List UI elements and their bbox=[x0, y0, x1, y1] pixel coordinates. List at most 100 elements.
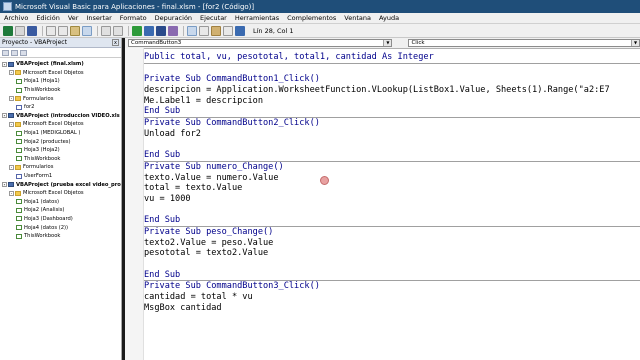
code-line[interactable]: Private Sub CommandButton3_Click() bbox=[144, 281, 640, 292]
toggle-folders-icon[interactable] bbox=[20, 49, 27, 56]
redo-icon[interactable] bbox=[113, 25, 123, 36]
stop-icon[interactable] bbox=[156, 25, 166, 36]
tree-node[interactable]: Hoja1 (MEDIGLOBAL ) bbox=[0, 129, 121, 138]
save-icon[interactable] bbox=[27, 25, 37, 36]
sheet-icon bbox=[16, 139, 22, 145]
menu-item[interactable]: Edición bbox=[32, 14, 64, 22]
tree-node[interactable]: - Formularios bbox=[0, 94, 121, 103]
code-line[interactable]: End Sub bbox=[144, 150, 640, 161]
pause-icon[interactable] bbox=[144, 25, 154, 36]
collapse-icon[interactable]: - bbox=[9, 190, 14, 196]
code-line[interactable]: End Sub bbox=[144, 270, 640, 281]
tree-node[interactable]: Hoja3 (Hoja2) bbox=[0, 146, 121, 155]
code-line[interactable]: Me.Label1 = descripcion bbox=[144, 96, 640, 107]
project-explorer-icon[interactable] bbox=[187, 25, 197, 36]
code-line[interactable] bbox=[144, 205, 640, 216]
tree-node[interactable]: - Microsoft Excel Objetos bbox=[0, 120, 121, 129]
tree-node[interactable]: - Formularios bbox=[0, 163, 121, 172]
toolbox-icon[interactable] bbox=[223, 25, 233, 36]
proj-icon bbox=[8, 113, 14, 119]
collapse-icon[interactable]: - bbox=[9, 96, 14, 102]
object-browser-icon[interactable] bbox=[211, 25, 221, 36]
tree-node[interactable]: Hoja4 (datos (2)) bbox=[0, 223, 121, 232]
tree-node[interactable]: UserForm1 bbox=[0, 172, 121, 181]
code-line[interactable]: End Sub bbox=[144, 106, 640, 117]
folder-icon bbox=[15, 96, 21, 102]
code-line[interactable]: total = texto.Value bbox=[144, 183, 640, 194]
procedure-combo[interactable]: Click ▼ bbox=[408, 39, 640, 47]
collapse-icon[interactable]: - bbox=[2, 61, 7, 67]
undo-icon[interactable] bbox=[101, 25, 111, 36]
code-line[interactable]: Private Sub peso_Change() bbox=[144, 227, 640, 238]
code-line[interactable]: texto.Value = numero.Value bbox=[144, 173, 640, 184]
code-line[interactable]: End Sub bbox=[144, 215, 640, 226]
view-code-icon[interactable] bbox=[2, 49, 9, 56]
view-excel-icon[interactable] bbox=[3, 25, 13, 36]
design-mode-icon[interactable] bbox=[168, 25, 178, 36]
menu-item[interactable]: Complementos bbox=[283, 14, 340, 22]
tree-node[interactable]: - VBAProject (prueba excel video_pro bbox=[0, 180, 121, 189]
tree-node[interactable]: ThisWorkbook bbox=[0, 86, 121, 95]
properties-icon[interactable] bbox=[199, 25, 209, 36]
code-line[interactable]: vu = 1000 bbox=[144, 194, 640, 205]
tree-node[interactable]: - VBAProject (final.xlsm) bbox=[0, 60, 121, 69]
code-line[interactable] bbox=[144, 140, 640, 151]
collapse-icon[interactable]: - bbox=[2, 182, 7, 188]
window-title: Microsoft Visual Basic para Aplicaciones… bbox=[15, 2, 255, 11]
insert-module-icon[interactable] bbox=[15, 25, 25, 36]
close-icon[interactable]: x bbox=[112, 39, 119, 46]
menu-item[interactable]: Insertar bbox=[82, 14, 115, 22]
menu-item[interactable]: Ejecutar bbox=[196, 14, 231, 22]
tree-node[interactable]: - Microsoft Excel Objetos bbox=[0, 189, 121, 198]
menu-item[interactable]: Formato bbox=[116, 14, 151, 22]
tree-node[interactable]: Hoja2 (productes) bbox=[0, 137, 121, 146]
menu-item[interactable]: Depuración bbox=[151, 14, 196, 22]
code-line[interactable]: Private Sub CommandButton2_Click() bbox=[144, 118, 640, 129]
view-object-icon[interactable] bbox=[11, 49, 18, 56]
tree-node-label: Hoja2 (productes) bbox=[24, 138, 71, 145]
tree-node[interactable]: - Microsoft Excel Objetos bbox=[0, 69, 121, 78]
tree-node[interactable]: for2 bbox=[0, 103, 121, 112]
code-line[interactable]: Public total, vu, pesototal, total1, can… bbox=[144, 52, 640, 63]
tree-node[interactable]: ThisWorkbook bbox=[0, 232, 121, 241]
code-line[interactable]: Private Sub numero_Change() bbox=[144, 162, 640, 173]
collapse-icon[interactable]: - bbox=[9, 70, 14, 76]
code-line[interactable]: Unload for2 bbox=[144, 129, 640, 140]
code-editor[interactable]: Public total, vu, pesototal, total1, can… bbox=[144, 52, 640, 314]
chevron-down-icon[interactable]: ▼ bbox=[631, 40, 639, 46]
menu-item[interactable]: Herramientas bbox=[231, 14, 283, 22]
code-line[interactable]: MsgBox cantidad bbox=[144, 303, 640, 314]
code-line[interactable]: descripcion = Application.WorksheetFunct… bbox=[144, 85, 640, 96]
cut-icon[interactable] bbox=[46, 25, 56, 36]
menu-item[interactable]: Ver bbox=[64, 14, 83, 22]
copy-icon[interactable] bbox=[58, 25, 68, 36]
code-line[interactable]: Private Sub CommandButton1_Click() bbox=[144, 74, 640, 85]
chevron-down-icon[interactable]: ▼ bbox=[383, 40, 392, 46]
find-icon[interactable] bbox=[82, 25, 92, 36]
run-icon[interactable] bbox=[132, 25, 142, 36]
tree-node[interactable]: Hoja1 (datos) bbox=[0, 198, 121, 207]
tree-node[interactable]: Hoja1 (Hoja1) bbox=[0, 77, 121, 86]
tree-node[interactable]: ThisWorkbook bbox=[0, 155, 121, 164]
collapse-icon[interactable]: - bbox=[9, 164, 14, 170]
sheet-icon bbox=[16, 87, 22, 93]
tree-node-label: ThisWorkbook bbox=[24, 233, 61, 240]
paste-icon[interactable] bbox=[70, 25, 80, 36]
menu-item[interactable]: Ventana bbox=[340, 14, 375, 22]
help-icon[interactable] bbox=[235, 25, 245, 36]
code-line[interactable]: pesototal = texto2.Value bbox=[144, 248, 640, 259]
tree-node[interactable]: - VBAProject (introduccion VIDEO.xls bbox=[0, 112, 121, 121]
object-combo[interactable]: CommandButton3 ▼ bbox=[128, 39, 393, 47]
code-line[interactable] bbox=[144, 64, 640, 75]
code-line[interactable]: texto2.Value = peso.Value bbox=[144, 238, 640, 249]
collapse-icon[interactable]: - bbox=[2, 113, 7, 119]
code-line[interactable]: cantidad = total * vu bbox=[144, 292, 640, 303]
menu-item[interactable]: Ayuda bbox=[375, 14, 403, 22]
tree-node[interactable]: Hoja2 (Analisis) bbox=[0, 206, 121, 215]
menu-item[interactable]: Archivo bbox=[0, 14, 32, 22]
code-line[interactable] bbox=[144, 259, 640, 270]
tree-node-label: VBAProject (prueba excel video_pro bbox=[16, 181, 121, 188]
menu-bar: Archivo Edición Ver Insertar Formato Depuraci… bbox=[0, 13, 640, 24]
collapse-icon[interactable]: - bbox=[9, 121, 14, 127]
tree-node[interactable]: Hoja3 (Dashboard) bbox=[0, 215, 121, 224]
